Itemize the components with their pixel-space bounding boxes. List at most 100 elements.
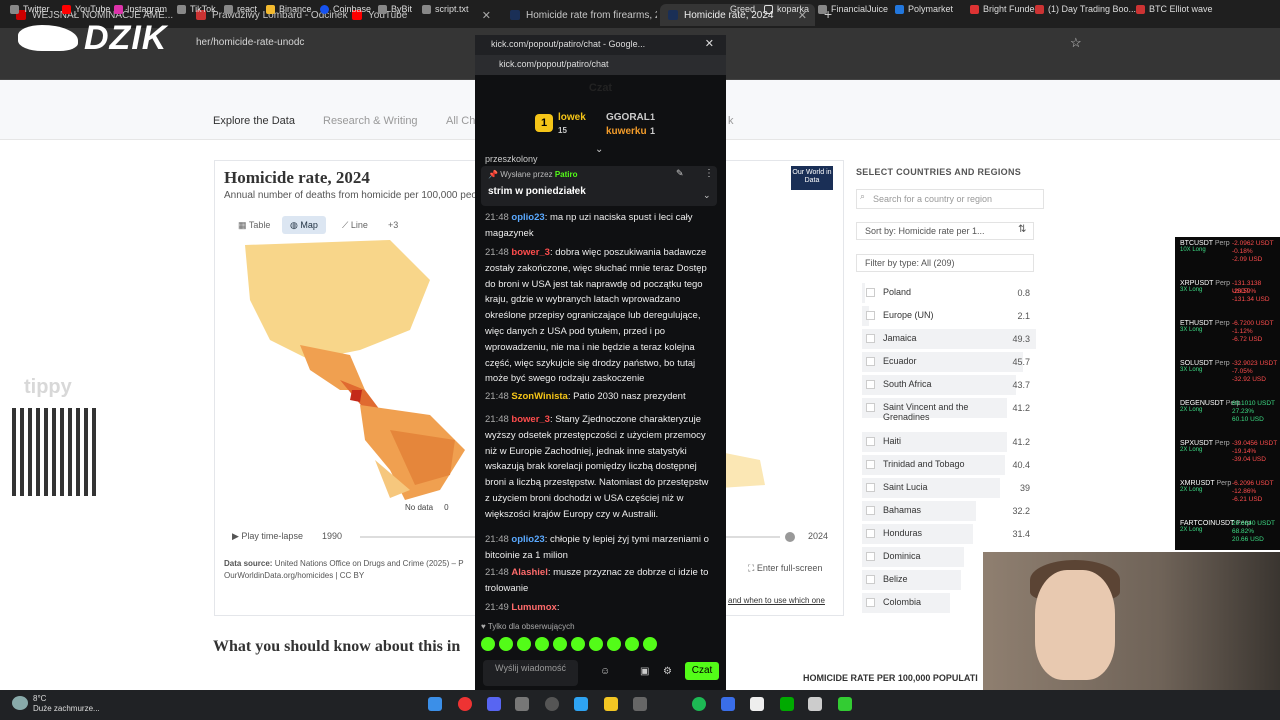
- notepad-icon[interactable]: [750, 697, 764, 711]
- country-checkbox[interactable]: [866, 506, 875, 515]
- country-checkbox[interactable]: [866, 552, 875, 561]
- app-icon[interactable]: [633, 697, 647, 711]
- emote-icon[interactable]: [643, 637, 657, 651]
- position-row[interactable]: ETHUSDT Perp 3X Long -6.7200 USDT -1.12% -6.…: [1180, 320, 1280, 343]
- filter-dropdown[interactable]: Filter by type: All (209): [856, 254, 1034, 272]
- bookmark-item[interactable]: ByBit: [378, 4, 412, 14]
- gift-icon[interactable]: ▣: [640, 666, 649, 677]
- app-icon[interactable]: [515, 697, 529, 711]
- position-row[interactable]: BTCUSDT Perp 10X Long -2.0962 USDT -0.18% -2…: [1180, 240, 1280, 263]
- nav-all-charts[interactable]: All Ch: [446, 115, 475, 127]
- chrome-icon[interactable]: [458, 697, 472, 711]
- leader-name[interactable]: lowek: [558, 112, 586, 123]
- country-row[interactable]: Saint Lucia 39: [862, 478, 1036, 498]
- emote-bar[interactable]: [481, 637, 657, 653]
- chat-send-button[interactable]: Czat: [685, 662, 719, 680]
- emote-icon[interactable]: [535, 637, 549, 651]
- sort-dropdown[interactable]: Sort by: Homicide rate per 1...: [856, 222, 1034, 240]
- country-checkbox[interactable]: [866, 334, 875, 343]
- emote-icon[interactable]: [607, 637, 621, 651]
- position-row[interactable]: DEGENUSDT Perp 2X Long 60.1010 USDT 27.23% 6…: [1180, 400, 1280, 423]
- emote-icon[interactable]: [499, 637, 513, 651]
- country-checkbox[interactable]: [866, 575, 875, 584]
- fullscreen-button[interactable]: ⛶ Enter full-screen: [748, 563, 822, 574]
- nav-explore-data[interactable]: Explore the Data: [213, 115, 295, 127]
- url-field[interactable]: her/homicide-rate-unodc: [196, 34, 1256, 52]
- app-icon[interactable]: [721, 697, 735, 711]
- bookmark-star-icon[interactable]: ☆: [1070, 35, 1082, 51]
- emote-icon[interactable]: [517, 637, 531, 651]
- bookmark-item[interactable]: Instagram: [114, 4, 167, 14]
- country-checkbox[interactable]: [866, 460, 875, 469]
- bookmark-item[interactable]: Binance: [266, 4, 312, 14]
- position-row[interactable]: XMRUSDT Perp 2X Long -6.2096 USDT -12.86% -6…: [1180, 480, 1280, 503]
- country-checkbox[interactable]: [866, 380, 875, 389]
- close-icon[interactable]: ✕: [705, 37, 714, 50]
- chat-message-input[interactable]: Wyślij wiadomość: [483, 660, 578, 686]
- country-checkbox[interactable]: [866, 598, 875, 607]
- country-checkbox[interactable]: [866, 529, 875, 538]
- bookmark-item[interactable]: Greed: [730, 4, 755, 14]
- country-checkbox[interactable]: [866, 288, 875, 297]
- app-icon[interactable]: [808, 697, 822, 711]
- country-checkbox[interactable]: [866, 437, 875, 446]
- bookmark-item[interactable]: koparka: [764, 4, 809, 14]
- chevron-down-icon[interactable]: ⌄: [703, 190, 711, 201]
- chat-url[interactable]: kick.com/popout/patiro/chat: [499, 59, 609, 69]
- timeline-handle[interactable]: [785, 532, 795, 542]
- country-row[interactable]: Trinidad and Tobago 40.4: [862, 455, 1036, 475]
- bookmark-item[interactable]: react: [224, 4, 257, 14]
- country-row[interactable]: South Africa 43.7: [862, 375, 1036, 395]
- country-checkbox[interactable]: [866, 357, 875, 366]
- position-row[interactable]: XRPUSDT Perp 3X Long -131.3138 USDT -20.59%…: [1180, 280, 1280, 303]
- bookmark-item[interactable]: FinancialJuice: [818, 4, 888, 14]
- tab-close-icon[interactable]: ✕: [482, 9, 491, 22]
- message-username[interactable]: Lumumox: [511, 602, 556, 613]
- bookmark-item[interactable]: Coinbase: [320, 4, 371, 14]
- message-username[interactable]: bower_3: [511, 414, 550, 425]
- position-row[interactable]: SPXUSDT Perp 2X Long -39.0456 USDT -19.14% -…: [1180, 440, 1280, 463]
- bookmark-item[interactable]: YouTube: [62, 4, 110, 14]
- browser-tab[interactable]: Homicide rate from firearms, 20✕: [502, 4, 657, 26]
- expand-chevron-icon[interactable]: ⌄: [595, 144, 603, 155]
- folder-icon[interactable]: [604, 697, 618, 711]
- country-search-input[interactable]: Search for a country or region: [856, 189, 1044, 209]
- spotify-icon[interactable]: [692, 697, 706, 711]
- emote-icon[interactable]: [553, 637, 567, 651]
- discord-icon[interactable]: [487, 697, 501, 711]
- country-row[interactable]: Europe (UN) 2.1: [862, 306, 1036, 326]
- bookmark-item[interactable]: BTC Elliot wave: [1136, 4, 1213, 14]
- bookmark-item[interactable]: Twitter: [10, 4, 50, 14]
- play-timelapse-button[interactable]: ▶ Play time-lapse: [232, 531, 303, 542]
- obs-icon[interactable]: [545, 697, 559, 711]
- bookmark-item[interactable]: Bright Funded: [970, 4, 1040, 14]
- emote-picker-icon[interactable]: ☺: [600, 666, 610, 677]
- country-row[interactable]: Bahamas 32.2: [862, 501, 1036, 521]
- tab-table[interactable]: ▦ Table: [230, 216, 278, 234]
- more-icon[interactable]: ⋮: [704, 168, 714, 179]
- country-checkbox[interactable]: [866, 483, 875, 492]
- bookmark-item[interactable]: script.txt: [422, 4, 469, 14]
- weather-widget[interactable]: 8°C Duże zachmurze...: [33, 694, 100, 714]
- position-row[interactable]: SOLUSDT Perp 3X Long -32.9023 USDT -7.05% -3…: [1180, 360, 1280, 383]
- country-row[interactable]: Poland 0.8: [862, 283, 1036, 303]
- emote-icon[interactable]: [481, 637, 495, 651]
- emote-icon[interactable]: [625, 637, 639, 651]
- country-checkbox[interactable]: [866, 311, 875, 320]
- emote-icon[interactable]: [571, 637, 585, 651]
- app-icon[interactable]: [838, 697, 852, 711]
- leader-name[interactable]: kuwerku: [606, 126, 647, 137]
- bookmark-item[interactable]: Polymarket: [895, 4, 953, 14]
- app-icon[interactable]: [780, 697, 794, 711]
- start-icon[interactable]: [428, 697, 442, 711]
- source-link[interactable]: OurWorldinData.org/homicides | CC BY: [224, 571, 364, 580]
- learn-more-link[interactable]: and when to use which one: [728, 596, 825, 605]
- bookmark-item[interactable]: TikTok: [177, 4, 216, 14]
- message-username[interactable]: oplio23: [511, 534, 544, 545]
- country-row[interactable]: Haiti 41.2: [862, 432, 1036, 452]
- tab-line[interactable]: ⟋ Line: [334, 216, 376, 234]
- gear-icon[interactable]: ⚙: [663, 666, 672, 677]
- unpin-icon[interactable]: ✎: [676, 168, 684, 179]
- message-username[interactable]: Alashiel: [511, 567, 547, 578]
- country-row[interactable]: Jamaica 49.3: [862, 329, 1036, 349]
